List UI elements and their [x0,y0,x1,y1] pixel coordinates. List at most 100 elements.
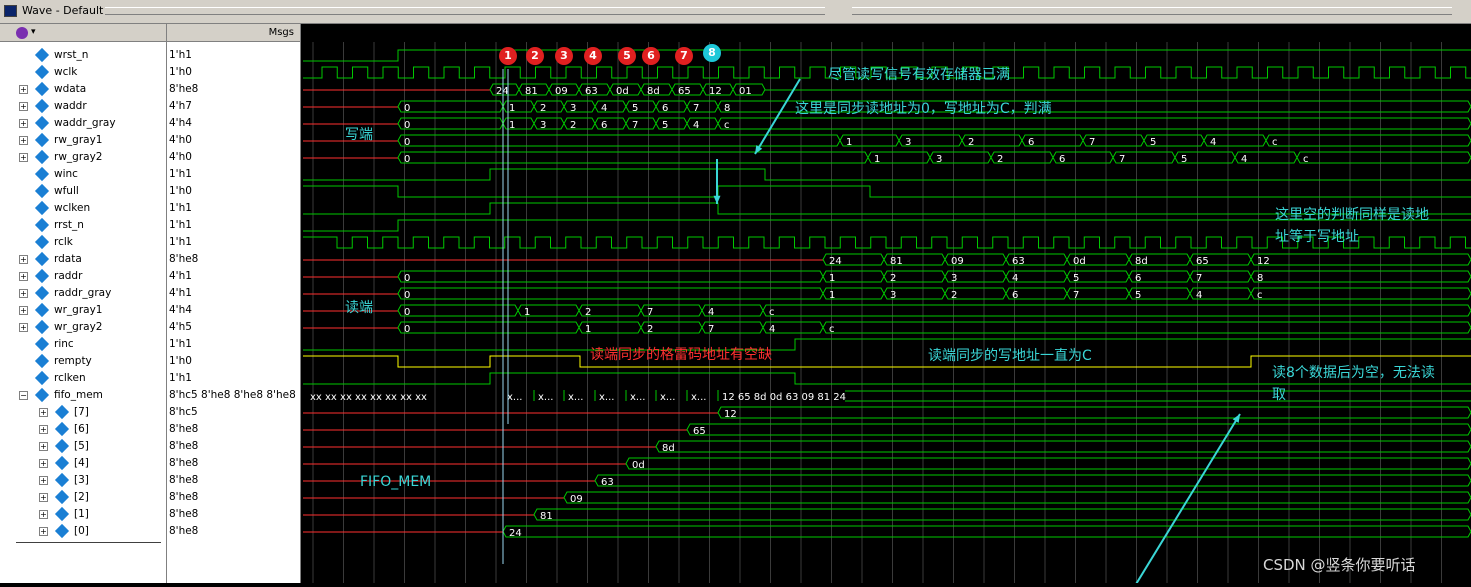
name-column-header: ▾ [0,24,166,42]
signal-row-0[interactable]: + [0] [0,523,166,540]
signal-row-fifo_mem[interactable]: − fifo_mem [0,387,166,404]
annotation-empty-after-1: 读8个数据后为空，无法读 [1272,365,1435,381]
bus-value-label: 0 [404,103,410,114]
expand-icon[interactable]: + [19,136,28,145]
annotation-empty-judge-1: 这里空的判断同样是读地 [1275,207,1429,223]
signal-diamond-icon [34,387,50,403]
bus-value-label: 1 [874,154,880,165]
signal-row-rw_gray2[interactable]: + rw_gray2 [0,149,166,166]
signal-row-rclken[interactable]: rclken [0,370,166,387]
signal-diamond-icon [34,251,50,267]
signal-row-rempty[interactable]: rempty [0,353,166,370]
expand-icon[interactable]: + [19,306,28,315]
collapse-icon[interactable]: − [19,391,28,400]
bus-value-label: 7 [1089,137,1095,148]
bus-value-label: 7 [647,307,653,318]
signal-diamond-icon [54,421,70,437]
bus-segment [594,117,627,130]
expand-icon[interactable]: + [19,102,28,111]
expand-icon[interactable]: + [39,527,48,536]
titlebar-grip-right[interactable] [852,7,1452,15]
bus-value-label: 4 [1210,137,1216,148]
signal-value: 8'he8 [169,491,199,503]
signal-row-wfull[interactable]: wfull [0,183,166,200]
signal-row-rrst_n[interactable]: rrst_n [0,217,166,234]
signal-row-wclk[interactable]: wclk [0,64,166,81]
signal-row-wr_gray2[interactable]: + wr_gray2 [0,319,166,336]
signal-row-7[interactable]: + [7] [0,404,166,421]
bus-value-label: 09 [570,494,583,505]
signal-name: [1] [74,508,89,520]
signal-row-1[interactable]: + [1] [0,506,166,523]
expand-icon[interactable]: + [39,493,48,502]
signal-diamond-icon [34,217,50,233]
bus-segment [625,100,657,113]
window-title: Wave - Default [22,4,104,17]
bus-value-label: 65 [693,426,706,437]
signal-row-5[interactable]: + [5] [0,438,166,455]
signal-name: [7] [74,406,89,418]
bus-value-label: c [1272,137,1278,148]
signal-row-3[interactable]: + [3] [0,472,166,489]
expand-icon[interactable]: + [19,119,28,128]
expand-icon[interactable]: + [39,442,48,451]
bus-value-label: 1 [509,103,515,114]
wave-toolbar-icon[interactable] [16,27,28,39]
bus-value-label: 1 [509,120,515,131]
annotation-sync-write-c: 读端同步的写地址一直为C [928,348,1092,364]
bus-value-label: 65 [678,86,691,97]
signal-row-raddr_gray[interactable]: + raddr_gray [0,285,166,302]
expand-icon[interactable]: + [39,425,48,434]
signal-row-winc[interactable]: winc [0,166,166,183]
signal-name: wfull [54,185,79,197]
signal-row-wdata[interactable]: + wdata [0,81,166,98]
bus-value-label: 2 [968,137,974,148]
bus-segment [397,270,824,283]
bus-segment [397,117,504,130]
signal-row-rdata[interactable]: + rdata [0,251,166,268]
signal-row-raddr[interactable]: + raddr [0,268,166,285]
signal-value: 1'h1 [169,219,192,231]
signal-row-6[interactable]: + [6] [0,421,166,438]
bus-segment [822,321,1471,334]
expand-icon[interactable]: + [39,408,48,417]
signal-name: rw_gray2 [54,151,103,163]
bus-value-label: 4 [601,103,607,114]
expand-icon[interactable]: + [19,323,28,332]
bus-segment [655,440,1471,453]
signal-row-wclken[interactable]: wclken [0,200,166,217]
signal-row-wr_gray1[interactable]: + wr_gray1 [0,302,166,319]
bus-segment [717,406,1471,419]
bus-value-label: 5 [1073,273,1079,284]
expand-icon[interactable]: + [39,459,48,468]
expand-icon[interactable]: + [19,255,28,264]
annotation-write-side: 写端 [345,127,373,143]
signal-row-wrst_n[interactable]: wrst_n [0,47,166,64]
signal-row-2[interactable]: + [2] [0,489,166,506]
signal-value: 4'h7 [169,100,192,112]
signal-diamond-icon [34,64,50,80]
signal-row-4[interactable]: + [4] [0,455,166,472]
signal-name: winc [54,168,78,180]
bus-value-label: 6 [1135,273,1141,284]
chevron-down-icon[interactable]: ▾ [31,27,36,37]
signal-row-waddr[interactable]: + waddr [0,98,166,115]
expand-icon[interactable]: + [19,85,28,94]
bus-value-label: 7 [1196,273,1202,284]
fifo-mem-x-label: x... [630,392,645,403]
expand-icon[interactable]: + [19,289,28,298]
titlebar-grip-left[interactable] [105,7,825,15]
signal-row-waddr_gray[interactable]: + waddr_gray [0,115,166,132]
bus-value-label: 09 [951,256,964,267]
expand-icon[interactable]: + [39,510,48,519]
signal-row-rinc[interactable]: rinc [0,336,166,353]
signal-row-rclk[interactable]: rclk [0,234,166,251]
bus-value-label: c [769,307,775,318]
expand-icon[interactable]: + [39,476,48,485]
bus-value-label: 7 [708,324,714,335]
expand-icon[interactable]: + [19,153,28,162]
expand-icon[interactable]: + [19,272,28,281]
signal-diamond-icon [54,489,70,505]
signal-diamond-icon [34,319,50,335]
signal-row-rw_gray1[interactable]: + rw_gray1 [0,132,166,149]
